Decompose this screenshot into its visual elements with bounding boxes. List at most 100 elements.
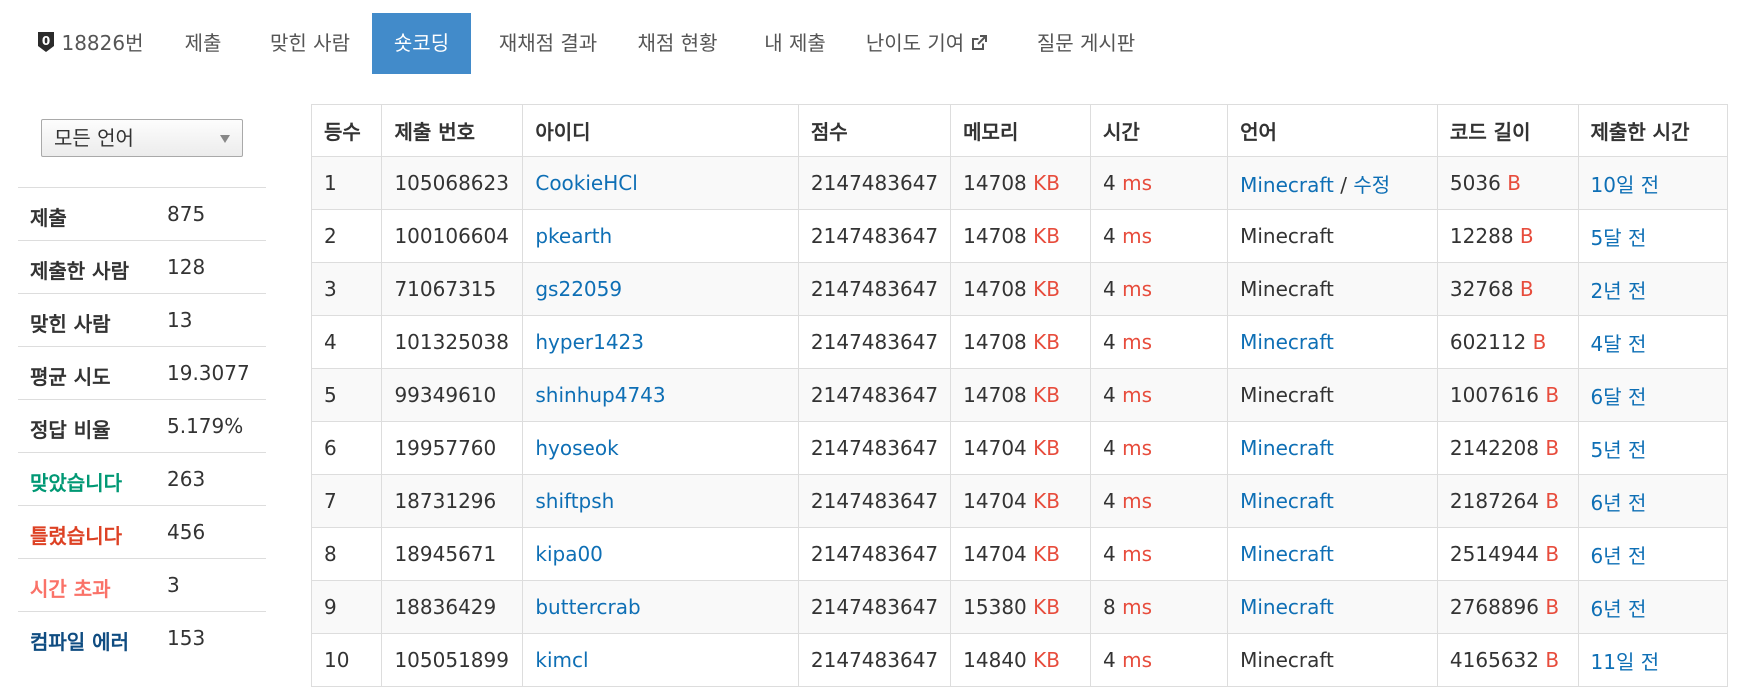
memory-value: 15380 xyxy=(963,595,1027,619)
cell-submission-id: 101325038 xyxy=(381,315,524,369)
user-link[interactable]: CookieHCl xyxy=(535,171,637,195)
language-filter-select[interactable]: 모든 언어 xyxy=(41,119,243,157)
stat-submissions: 제출 875 xyxy=(18,187,266,240)
cell-code-length: 1007616 B xyxy=(1436,368,1579,422)
cell-submission-id: 18945671 xyxy=(381,527,524,581)
user-link[interactable]: gs22059 xyxy=(535,277,622,301)
stat-value-link[interactable]: 263 xyxy=(167,467,205,491)
stat-value-link[interactable]: 875 xyxy=(167,202,205,226)
memory-value: 14708 xyxy=(963,224,1027,248)
length-value: 32768 xyxy=(1449,277,1514,301)
cell-language: Minecraft xyxy=(1227,315,1438,369)
stat-value-link[interactable]: 153 xyxy=(167,626,205,650)
table-row: 4 101325038 hyper1423 2147483647 14708 KB 4 m… xyxy=(310,315,1729,369)
cell-submitted-at: 4달 전 xyxy=(1577,315,1729,369)
tab-submit[interactable]: 제출 xyxy=(163,13,243,74)
submitted-at-link[interactable]: 6년 전 xyxy=(1591,491,1647,515)
language-link[interactable]: Minecraft xyxy=(1240,489,1334,513)
length-unit: B xyxy=(1519,277,1534,301)
submitted-at-link[interactable]: 2년 전 xyxy=(1591,279,1647,303)
cell-submitted-at: 5달 전 xyxy=(1577,209,1729,263)
tab-solved-users[interactable]: 맞힌 사람 xyxy=(254,13,366,74)
memory-value: 14708 xyxy=(963,171,1027,195)
cell-memory: 14708 KB xyxy=(950,262,1092,316)
nav-problem-number[interactable]: 0 18826번 xyxy=(27,13,154,74)
cell-score: 2147483647 xyxy=(797,368,952,422)
user-link[interactable]: buttercrab xyxy=(535,595,640,619)
stat-value-link[interactable]: 3 xyxy=(167,573,180,597)
cell-submission-id: 18731296 xyxy=(381,474,524,528)
cell-user: kimcl xyxy=(522,633,799,687)
header-time: 시간 xyxy=(1090,104,1229,157)
language-link[interactable]: Minecraft xyxy=(1240,595,1334,619)
header-submitted-at: 제출한 시간 xyxy=(1577,104,1729,157)
cell-memory: 14708 KB xyxy=(950,368,1092,422)
stat-value: 128 xyxy=(167,255,206,279)
stat-accept-ratio: 정답 비율 5.179% xyxy=(18,399,266,452)
stat-value: 5.179% xyxy=(167,414,244,438)
stat-value: 19.3077 xyxy=(167,361,250,385)
memory-value: 14840 xyxy=(963,648,1027,672)
submitted-at-link[interactable]: 6달 전 xyxy=(1591,385,1647,409)
problem-number-label: 18826번 xyxy=(61,31,144,55)
tab-my-submissions[interactable]: 내 제출 xyxy=(753,13,837,74)
user-link[interactable]: hyper1423 xyxy=(535,330,644,354)
stat-submitters: 제출한 사람 128 xyxy=(18,240,266,293)
cell-score: 2147483647 xyxy=(797,580,952,634)
cell-submitted-at: 5년 전 xyxy=(1577,421,1729,475)
cell-time: 4 ms xyxy=(1090,156,1229,210)
submitted-at-link[interactable]: 10일 전 xyxy=(1591,173,1660,197)
time-unit: ms xyxy=(1122,224,1153,248)
cell-time: 4 ms xyxy=(1090,527,1229,581)
external-link-icon xyxy=(972,35,988,50)
memory-unit: KB xyxy=(1033,224,1060,248)
cell-user: hyper1423 xyxy=(522,315,799,369)
length-value: 2768896 xyxy=(1449,595,1539,619)
language-link[interactable]: Minecraft xyxy=(1240,542,1334,566)
submitted-at-link[interactable]: 5달 전 xyxy=(1591,226,1647,250)
stat-time-limit: 시간 초과 3 xyxy=(18,558,266,611)
time-value: 4 xyxy=(1103,648,1116,672)
submitted-at-link[interactable]: 11일 전 xyxy=(1591,650,1660,674)
memory-unit: KB xyxy=(1033,595,1060,619)
user-link[interactable]: kipa00 xyxy=(535,542,603,566)
cell-submission-id: 99349610 xyxy=(381,368,524,422)
time-value: 8 xyxy=(1103,595,1116,619)
language-link[interactable]: Minecraft xyxy=(1240,173,1334,197)
stat-label: 맞힌 사람 xyxy=(30,312,111,336)
length-value: 602112 xyxy=(1449,330,1527,354)
tab-rejudge-results[interactable]: 재채점 결과 xyxy=(483,13,613,74)
cell-submission-id: 105068623 xyxy=(381,156,524,210)
cell-memory: 14708 KB xyxy=(950,209,1092,263)
stat-value-link[interactable]: 456 xyxy=(167,520,205,544)
language-text: Minecraft xyxy=(1240,648,1334,672)
submitted-at-link[interactable]: 4달 전 xyxy=(1591,332,1647,356)
cell-code-length: 4165632 B xyxy=(1436,633,1579,687)
tab-short-coding[interactable]: 숏코딩 xyxy=(372,13,471,74)
submitted-at-link[interactable]: 5년 전 xyxy=(1591,438,1647,462)
user-link[interactable]: kimcl xyxy=(535,648,588,672)
language-link[interactable]: Minecraft xyxy=(1240,330,1334,354)
cell-score: 2147483647 xyxy=(797,262,952,316)
cell-memory: 14704 KB xyxy=(950,474,1092,528)
tab-difficulty-contribution[interactable]: 난이도 기여 xyxy=(862,13,992,74)
submitted-at-link[interactable]: 6년 전 xyxy=(1591,597,1647,621)
tab-q-and-a-board[interactable]: 질문 게시판 xyxy=(1031,13,1141,74)
time-value: 4 xyxy=(1103,383,1116,407)
stat-average-tries: 평균 시도 19.3077 xyxy=(18,346,266,399)
user-link[interactable]: hyoseok xyxy=(535,436,618,460)
tab-judge-status[interactable]: 채점 현황 xyxy=(626,13,729,74)
time-value: 4 xyxy=(1103,224,1116,248)
cell-time: 4 ms xyxy=(1090,209,1229,263)
cell-time: 8 ms xyxy=(1090,580,1229,634)
stat-compile-error: 컴파일 에러 153 xyxy=(18,611,266,664)
user-link[interactable]: shiftpsh xyxy=(535,489,614,513)
cell-user: shiftpsh xyxy=(522,474,799,528)
length-value: 2142208 xyxy=(1449,436,1539,460)
language-link[interactable]: Minecraft xyxy=(1240,436,1334,460)
submitted-at-link[interactable]: 6년 전 xyxy=(1591,544,1647,568)
user-link[interactable]: pkearth xyxy=(535,224,612,248)
user-link[interactable]: shinhup4743 xyxy=(535,383,665,407)
cell-submission-id: 18836429 xyxy=(381,580,524,634)
edit-link[interactable]: 수정 xyxy=(1353,173,1390,197)
